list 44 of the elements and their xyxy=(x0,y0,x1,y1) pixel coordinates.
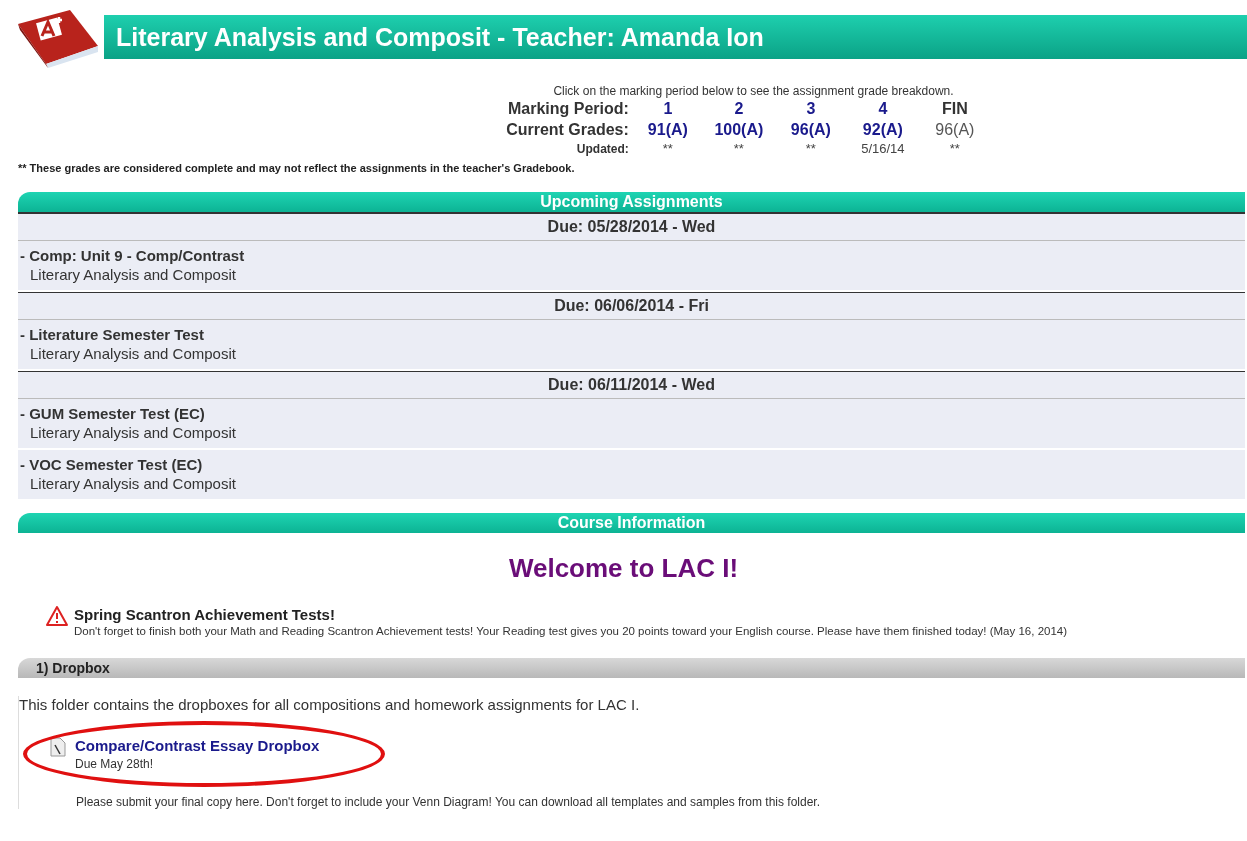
marking-period-link[interactable]: 1 xyxy=(632,98,703,119)
folder-description: This folder contains the dropboxes for all compositions and homework assignments for LAC I. xyxy=(19,696,641,713)
marking-period-link[interactable]: 3 xyxy=(774,98,847,119)
warning-icon xyxy=(46,606,68,626)
due-date-header: Due: 06/11/2014 - Wed xyxy=(18,371,1245,399)
marking-period-link[interactable]: 2 xyxy=(702,98,775,119)
updated-date: ** xyxy=(661,140,674,158)
updated-date: 5/16/14 xyxy=(860,140,906,158)
folder-header: 1) Dropbox xyxy=(18,658,1245,678)
grade-link[interactable]: 100(A) xyxy=(702,119,775,140)
course-title: Literary Analysis and Composit - Teacher: Amanda Ion xyxy=(116,22,764,52)
assignment-course: Literary Analysis and Composit xyxy=(29,265,237,285)
assignment-course: Literary Analysis and Composit xyxy=(29,344,237,364)
assignment-name: - GUM Semester Test (EC) xyxy=(20,405,206,423)
dropbox-link[interactable]: Compare/Contrast Essay Dropbox xyxy=(75,737,320,754)
assignment-course: Literary Analysis and Composit xyxy=(29,423,237,443)
grade-link[interactable]: 92(A) xyxy=(846,119,919,140)
document-icon xyxy=(49,737,67,757)
dropbox-due-date: Due May 28th! xyxy=(75,757,155,771)
alert-text: Don't forget to finish both your Math and Reading Scantron Achievement tests! Your Reading test gives you 20 points toward your English course. Please have them finished today! (May 16, 2014) xyxy=(74,624,1068,639)
grades-note: ** These grades are considered complete and may not reflect the assignments in the teacher's Gradebook. xyxy=(17,161,576,174)
updated-date: ** xyxy=(948,140,961,158)
welcome-heading: Welcome to LAC I! xyxy=(507,553,740,584)
assignment-name: - Comp: Unit 9 - Comp/Contrast xyxy=(20,247,246,265)
section-header: Course Information xyxy=(18,513,1245,533)
marking-period-link[interactable]: 4 xyxy=(846,98,919,119)
assignment-name: - VOC Semester Test (EC) xyxy=(20,456,204,474)
section-header: Upcoming Assignments xyxy=(18,192,1245,214)
grades-hint: Click on the marking period below to see the assignment grade breakdown. xyxy=(553,84,954,98)
row-label: Current Grades: xyxy=(506,120,630,140)
alert-title: Spring Scantron Achievement Tests! xyxy=(74,606,336,623)
row-label: Updated: xyxy=(575,141,630,158)
updated-date: ** xyxy=(732,140,745,158)
dropbox-instructions: Please submit your final copy here. Don't forget to include your Venn Diagram! You can download all templates and samples from this folder. xyxy=(76,795,822,809)
row-label: Marking Period: xyxy=(506,99,630,119)
due-date-header: Due: 05/28/2014 - Wed xyxy=(18,214,1245,241)
updated-date: ** xyxy=(804,140,817,158)
grade-link[interactable]: 91(A) xyxy=(632,119,703,140)
assignment-course: Literary Analysis and Composit xyxy=(29,474,237,494)
marking-period-label: FIN xyxy=(940,99,969,119)
assignment-name: - Literature Semester Test xyxy=(20,326,205,344)
grade-link[interactable]: 96(A) xyxy=(774,119,847,140)
grade-value: 96(A) xyxy=(934,120,976,140)
due-date-header: Due: 06/06/2014 - Fri xyxy=(18,292,1245,320)
